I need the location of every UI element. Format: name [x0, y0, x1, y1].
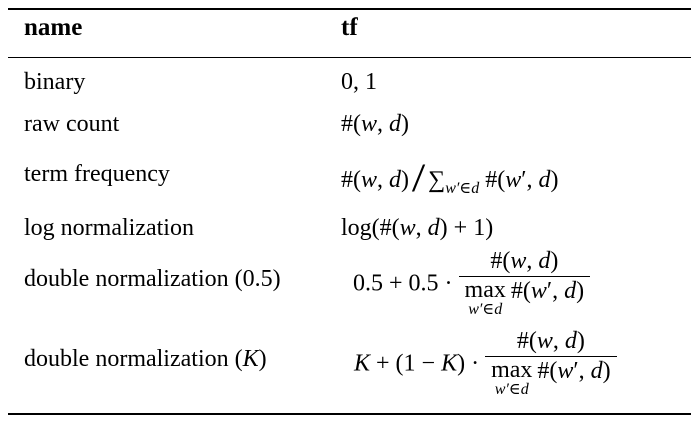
row-formula-term-frequency: #(w, d)/∑w′∈d #(w′, d) — [341, 155, 559, 200]
row-formula-double-normalization-k: K + (1 − K) · #(w, d) max w′∈d #(w′, d) — [354, 328, 617, 399]
row-name-binary: binary — [24, 69, 86, 95]
row-name-term-frequency: term frequency — [24, 161, 170, 187]
row-name-double-normalization-half: double normalization (0.5) — [24, 266, 281, 292]
table-header-rule — [8, 57, 691, 58]
table-bottom-rule — [8, 413, 691, 415]
fraction: #(w, d) max w′∈d #(w′, d) — [458, 248, 591, 319]
row-name-log-normalization: log normalization — [24, 215, 194, 241]
table-top-rule — [8, 8, 691, 10]
row-formula-raw-count: #(w, d) — [341, 111, 410, 137]
row-formula-binary: 0, 1 — [341, 69, 377, 95]
column-header-name: name — [24, 14, 83, 41]
row-name-raw-count: raw count — [24, 111, 120, 137]
row-name-double-normalization-k: double normalization (K) — [24, 346, 267, 372]
row-formula-log-normalization: log(#(w, d) + 1) — [341, 215, 494, 241]
column-header-tf: tf — [341, 14, 358, 41]
fraction: #(w, d) max w′∈d #(w′, d) — [485, 328, 617, 399]
row-formula-double-normalization-half: 0.5 + 0.5 · #(w, d) max w′∈d #(w′, d) — [353, 248, 591, 319]
